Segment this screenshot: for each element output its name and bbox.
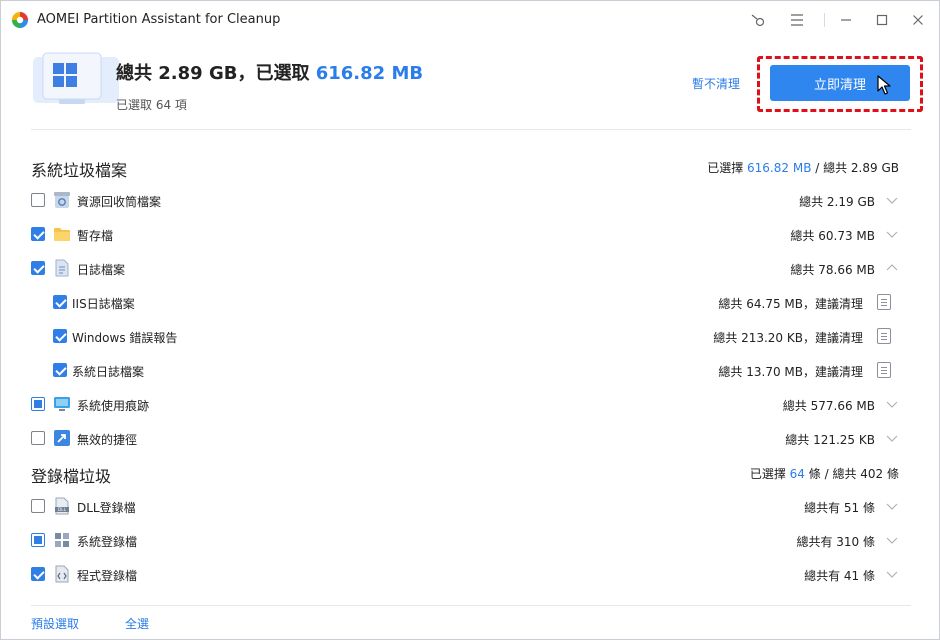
summary-selected-count: 已選取 64 項 <box>116 98 187 112</box>
checkbox-program-registry[interactable] <box>31 567 45 581</box>
chevron-down-icon[interactable] <box>885 398 899 410</box>
item-size: 總共有 51 條 <box>804 501 875 515</box>
list-item-windows-error-reports[interactable]: Windows 錯誤報告 總共 213.20 KB，建議清理 <box>1 321 939 351</box>
details-list-icon[interactable] <box>877 362 891 378</box>
list-item-usage-traces[interactable]: 系統使用痕跡 總共 577.66 MB <box>1 389 939 419</box>
pc-cleanup-icon <box>33 52 119 104</box>
item-label: Windows 錯誤報告 <box>72 331 178 345</box>
menu-icon[interactable] <box>786 9 808 31</box>
section-meta-registry: 已選擇 64 條 / 總共 402 條 <box>750 465 899 482</box>
chevron-down-icon[interactable] <box>885 194 899 206</box>
item-size: 總共 213.20 KB，建議清理 <box>713 331 863 345</box>
title-bar: AOMEI Partition Assistant for Cleanup <box>1 1 939 39</box>
section-meta-system: 已選擇 616.82 MB / 總共 2.89 GB <box>707 159 899 176</box>
log-file-icon <box>55 259 69 277</box>
item-size: 總共 2.19 GB <box>799 195 875 209</box>
registry-grid-icon <box>55 533 69 547</box>
default-select-link[interactable]: 預設選取 <box>31 615 79 632</box>
checkbox-usage-traces[interactable] <box>31 397 45 411</box>
section-title-registry: 登錄檔垃圾 <box>31 467 112 486</box>
summary-selected-size: 616.82 MB <box>315 63 424 84</box>
chevron-down-icon[interactable] <box>885 534 899 546</box>
list-item-program-registry[interactable]: 程式登錄檔 總共有 41 條 <box>1 559 939 589</box>
chevron-down-icon[interactable] <box>885 568 899 580</box>
section-meta-prefix: 已選擇 <box>707 161 744 175</box>
monitor-icon <box>54 397 70 411</box>
shortcut-icon <box>54 430 70 446</box>
checkbox-temp-files[interactable] <box>31 227 45 241</box>
item-label: 日誌檔案 <box>77 263 126 277</box>
item-size: 總共 577.66 MB <box>782 399 875 413</box>
list-item-dll-registry[interactable]: DLL DLL登錄檔 總共有 51 條 <box>1 491 939 521</box>
titlebar-divider <box>824 13 825 27</box>
checkbox-iis-logs[interactable] <box>53 295 67 309</box>
feedback-icon[interactable] <box>747 9 769 31</box>
footer-divider <box>31 605 911 606</box>
item-size: 總共有 41 條 <box>804 569 875 583</box>
maximize-icon[interactable] <box>871 9 893 31</box>
checkbox-windows-error-reports[interactable] <box>53 329 67 343</box>
chevron-down-icon[interactable] <box>885 228 899 240</box>
item-label: 無效的捷徑 <box>77 433 138 447</box>
summary-total-text: 總共 2.89 GB，已選取 <box>116 63 310 84</box>
code-file-icon <box>55 565 69 583</box>
section-meta-selected: 64 <box>789 467 805 481</box>
item-label: 系統登錄檔 <box>77 535 138 549</box>
list-item-iis-logs[interactable]: IIS日誌檔案 總共 64.75 MB，建議清理 <box>1 287 939 317</box>
skip-clean-link[interactable]: 暫不清理 <box>692 75 740 92</box>
item-label: 暫存檔 <box>77 229 114 243</box>
app-logo-icon <box>11 11 29 29</box>
list-item-invalid-shortcuts[interactable]: 無效的捷徑 總共 121.25 KB <box>1 423 939 453</box>
recycle-bin-icon <box>54 192 70 208</box>
list-item-temp-files[interactable]: 暫存檔 總共 60.73 MB <box>1 219 939 249</box>
minimize-icon[interactable] <box>835 9 857 31</box>
list-item-system-registry[interactable]: 系統登錄檔 總共有 310 條 <box>1 525 939 555</box>
list-item-system-logs[interactable]: 系統日誌檔案 總共 13.70 MB，建議清理 <box>1 355 939 385</box>
close-icon[interactable] <box>907 9 929 31</box>
item-label: 資源回收筒檔案 <box>77 195 162 209</box>
item-size: 總共 78.66 MB <box>790 263 875 277</box>
item-label: 程式登錄檔 <box>77 569 138 583</box>
item-label: 系統使用痕跡 <box>77 399 150 413</box>
item-size: 總共 13.70 MB，建議清理 <box>718 365 863 379</box>
section-meta-suffix: / 總共 2.89 GB <box>815 161 899 175</box>
checkbox-dll-registry[interactable] <box>31 499 45 513</box>
section-meta-suffix: 條 / 總共 402 條 <box>808 467 899 481</box>
item-size: 總共 60.73 MB <box>790 229 875 243</box>
dll-icon: DLL <box>55 497 69 515</box>
checkbox-system-logs[interactable] <box>53 363 67 377</box>
select-all-link[interactable]: 全選 <box>125 615 149 632</box>
folder-icon <box>54 228 70 241</box>
item-label: DLL登錄檔 <box>77 501 136 515</box>
details-list-icon[interactable] <box>877 294 891 310</box>
item-label: IIS日誌檔案 <box>72 297 135 311</box>
summary-total: 總共 2.89 GB，已選取 616.82 MB <box>116 59 423 85</box>
item-label: 系統日誌檔案 <box>72 365 145 379</box>
mouse-cursor-icon <box>877 75 891 95</box>
checkbox-recycle-bin[interactable] <box>31 193 45 207</box>
chevron-down-icon[interactable] <box>885 500 899 512</box>
item-size: 總共有 310 條 <box>796 535 875 549</box>
chevron-down-icon[interactable] <box>885 432 899 444</box>
svg-text:DLL: DLL <box>58 507 67 512</box>
checkbox-system-registry[interactable] <box>31 533 45 547</box>
item-size: 總共 121.25 KB <box>785 433 875 447</box>
section-title-system: 系統垃圾檔案 <box>31 161 128 180</box>
details-list-icon[interactable] <box>877 328 891 344</box>
chevron-up-icon[interactable] <box>885 262 899 274</box>
header-divider <box>31 129 911 130</box>
app-window: AOMEI Partition Assistant for Cleanup 總共… <box>0 0 940 640</box>
list-item-log-files[interactable]: 日誌檔案 總共 78.66 MB <box>1 253 939 283</box>
list-item-recycle-bin[interactable]: 資源回收筒檔案 總共 2.19 GB <box>1 185 939 215</box>
section-meta-selected: 616.82 MB <box>747 161 812 175</box>
checkbox-log-files[interactable] <box>31 261 45 275</box>
item-size: 總共 64.75 MB，建議清理 <box>718 297 863 311</box>
window-title: AOMEI Partition Assistant for Cleanup <box>37 12 281 27</box>
checkbox-invalid-shortcuts[interactable] <box>31 431 45 445</box>
section-meta-prefix: 已選擇 <box>749 467 786 481</box>
